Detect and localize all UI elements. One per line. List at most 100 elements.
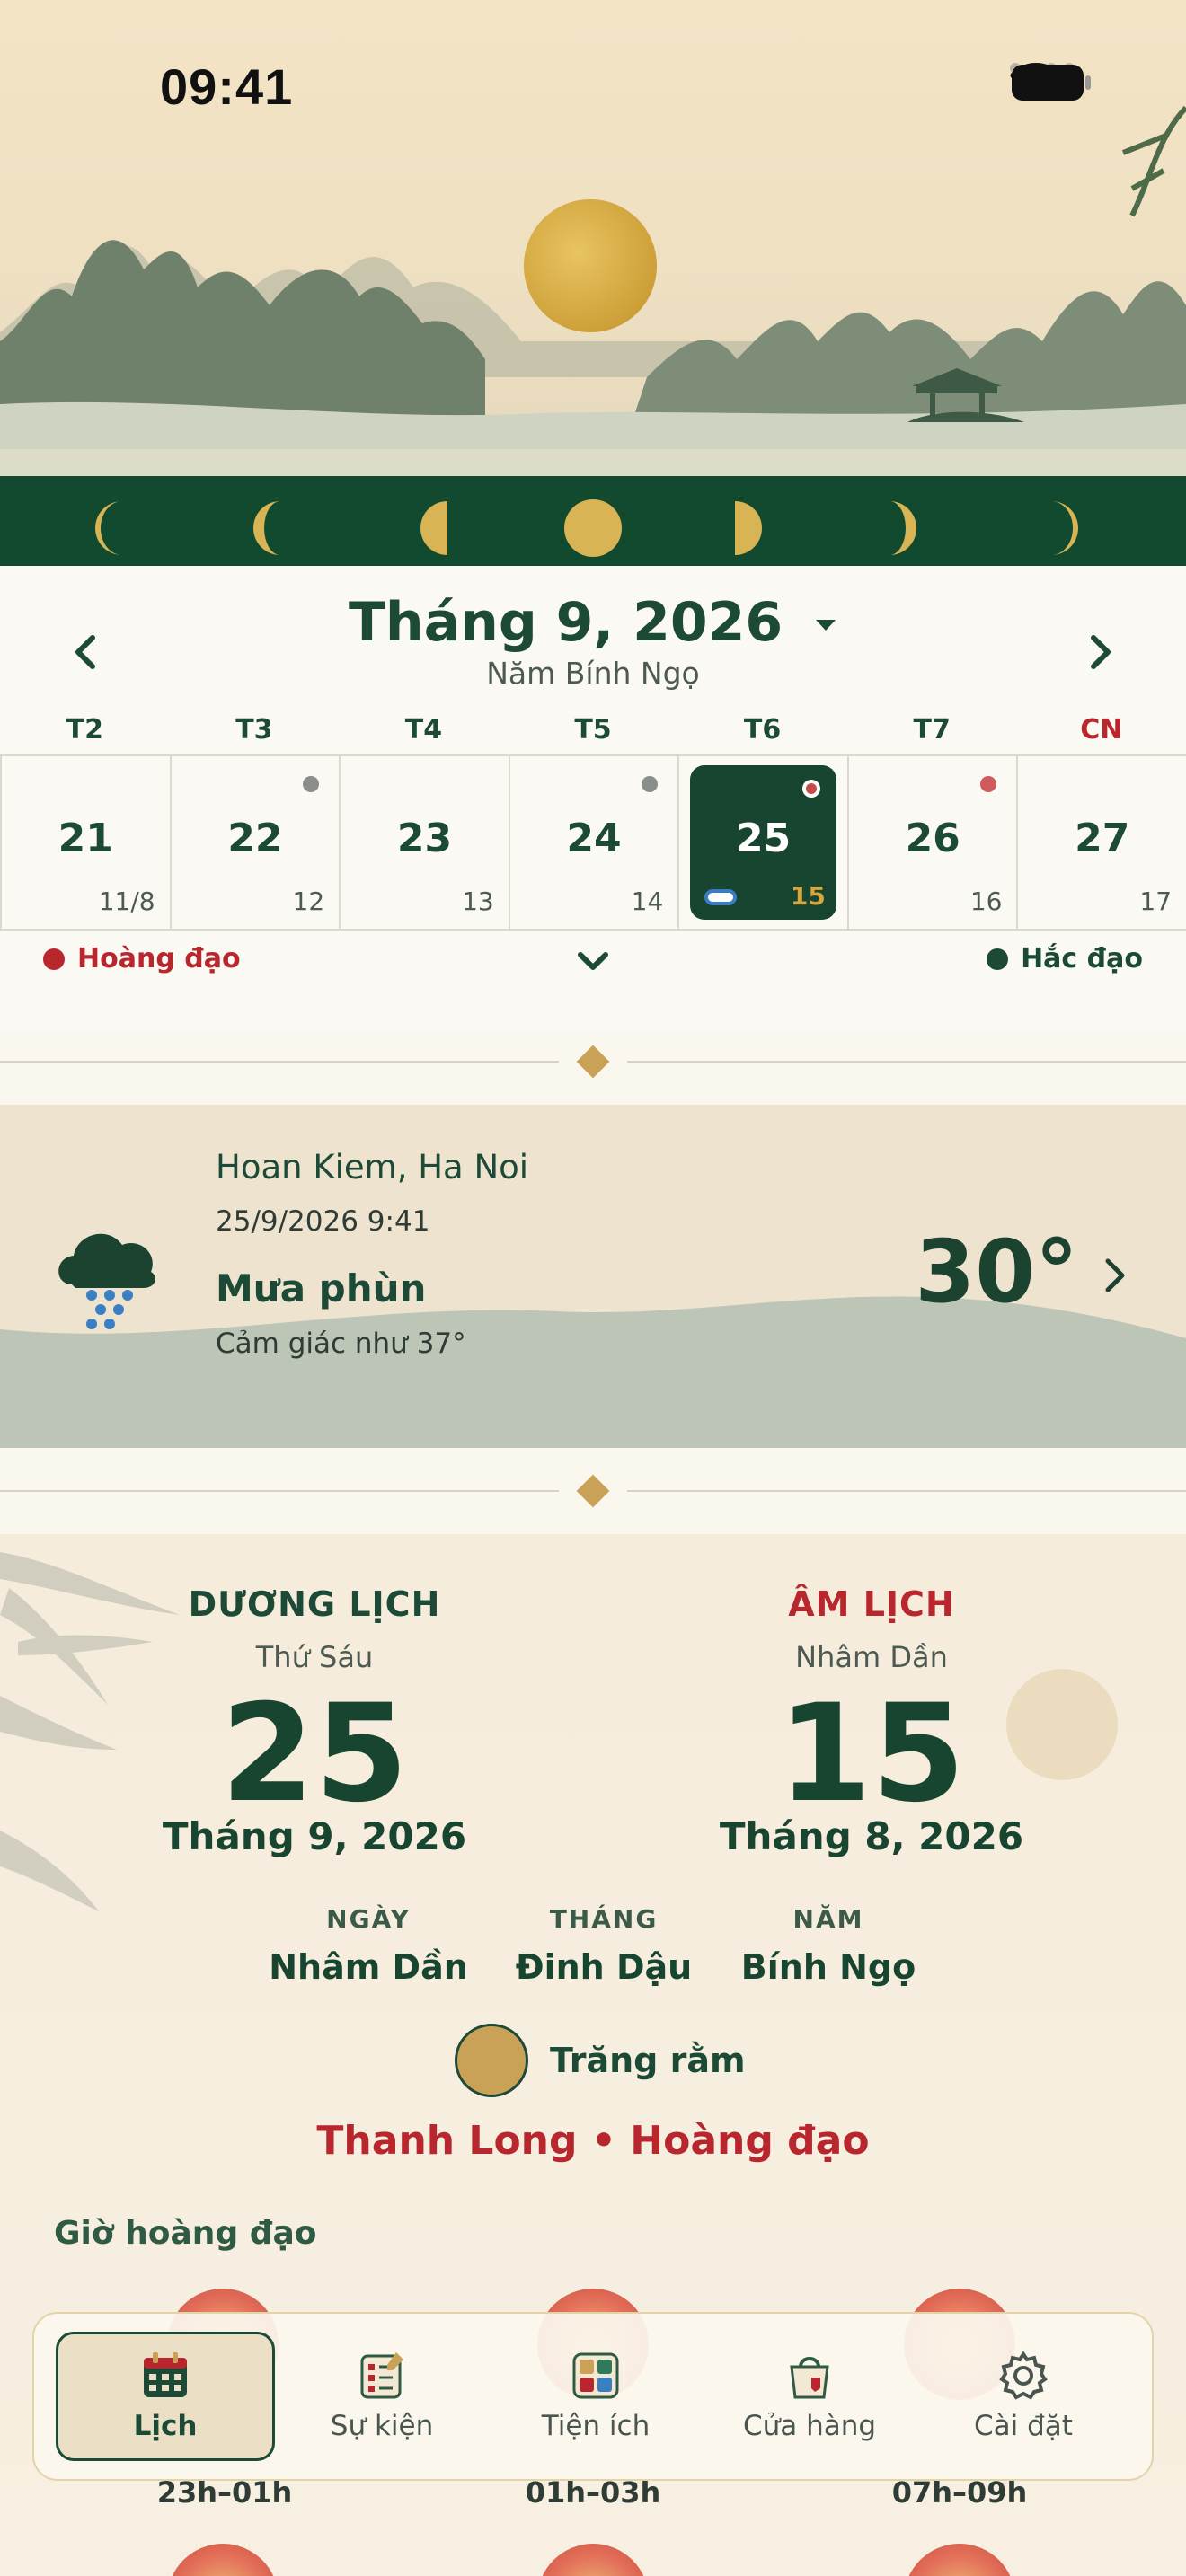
calendar-icon xyxy=(144,2352,187,2397)
month-title: Tháng 9, 2026 xyxy=(349,591,783,654)
shopping-bag-icon xyxy=(790,2357,829,2399)
weekday-label: T3 xyxy=(235,714,273,745)
solar-month-year: Tháng 9, 2026 xyxy=(162,1814,467,1858)
weekday-label: T5 xyxy=(574,714,612,745)
event-dot xyxy=(642,776,659,792)
status-time: 09:41 xyxy=(160,58,294,115)
solar-header: DƯƠNG LỊCH xyxy=(188,1584,441,1624)
chevron-right-icon xyxy=(1105,1258,1125,1292)
day-cell-selected[interactable]: 25 15 xyxy=(679,756,849,929)
legend-good-label: Hoàng đạo xyxy=(77,943,241,975)
lunar-can-chi-day: Nhâm Dần xyxy=(795,1640,948,1674)
weekday-label: T6 xyxy=(743,714,782,745)
month-picker[interactable]: Tháng 9, 2026 xyxy=(0,591,1186,654)
tab-shop[interactable]: Cửa hàng xyxy=(703,2332,916,2461)
day-number: 23 xyxy=(396,816,453,861)
diamond-ornament-icon xyxy=(576,1045,610,1079)
checklist-icon xyxy=(360,2352,403,2399)
tab-calendar[interactable]: Lịch xyxy=(56,2332,275,2461)
day-number: 25 xyxy=(735,816,792,861)
solar-weekday: Thứ Sáu xyxy=(255,1640,374,1674)
weather-datetime: 25/9/2026 9:41 xyxy=(216,1205,430,1238)
lunar-day: 14 xyxy=(631,887,664,916)
weather-temperature: 30° xyxy=(915,1222,1078,1322)
section-divider xyxy=(0,1473,1186,1509)
lunar-day: 13 xyxy=(462,887,494,916)
weather-location: Hoan Kiem, Ha Noi xyxy=(216,1148,529,1187)
good-hours-title: Giờ hoàng đạo xyxy=(54,2215,317,2252)
can-chi-year-value: Bính Ngọ xyxy=(740,1947,916,1987)
diamond-ornament-icon xyxy=(576,1474,610,1508)
zodiac-icon xyxy=(904,2544,1015,2576)
battery-icon xyxy=(1012,65,1091,101)
caret-down-icon xyxy=(816,620,836,631)
weekday-label-sunday: CN xyxy=(1080,714,1123,745)
tab-label: Sự kiện xyxy=(330,2410,434,2442)
lunar-day: 15 xyxy=(790,881,826,911)
moon-phase-row: Trăng rằm xyxy=(455,2024,746,2097)
legend-bad-day: Hắc đạo xyxy=(987,943,1143,975)
day-cell[interactable]: 22 12 xyxy=(172,756,341,929)
day-cell[interactable]: 24 14 xyxy=(510,756,680,929)
day-number: 21 xyxy=(58,816,113,861)
lunar-header: ÂM LỊCH xyxy=(788,1584,955,1624)
event-dot xyxy=(303,776,320,792)
full-moon-icon xyxy=(455,2024,528,2097)
tab-label: Lịch xyxy=(133,2410,198,2442)
day-number: 22 xyxy=(227,816,283,861)
legend-dot-green xyxy=(987,948,1009,970)
lunar-month-year: Tháng 8, 2026 xyxy=(719,1814,1024,1858)
weekday-label: T2 xyxy=(66,714,103,745)
weekday-header: T2 T3 T4 T5 T6 T7 CN xyxy=(0,705,1186,755)
weather-card[interactable]: Hoan Kiem, Ha Noi 25/9/2026 9:41 Mưa phù… xyxy=(0,1105,1186,1448)
bottom-tab-bar: Lịch Sự kiện Tiện ích Cửa hàng Cài đặt xyxy=(32,2312,1154,2481)
lunar-day: 17 xyxy=(1139,887,1173,916)
lunar-day: 16 xyxy=(969,887,1003,916)
next-month-button[interactable] xyxy=(1057,609,1143,695)
expand-calendar-button[interactable] xyxy=(566,934,620,988)
week-calendar: Tháng 9, 2026 Năm Bính Ngọ T2 T3 T4 T5 T… xyxy=(0,566,1186,1033)
lunar-day: 11/8 xyxy=(98,887,155,916)
moon-phase-strip xyxy=(0,476,1186,566)
weather-feels-like: Cảm giác như 37° xyxy=(216,1328,466,1360)
gear-icon xyxy=(999,2351,1048,2400)
drizzle-cloud-icon xyxy=(58,1233,156,1329)
chevron-right-icon xyxy=(1091,635,1111,669)
status-icons xyxy=(1010,63,1091,101)
today-indicator xyxy=(704,889,738,905)
day-cell[interactable]: 26 16 xyxy=(849,756,1019,929)
day-star-label: Thanh Long • Hoàng đạo xyxy=(316,2118,870,2164)
tab-label: Tiện ích xyxy=(541,2410,651,2442)
day-number: 26 xyxy=(905,816,960,861)
weather-detail-button[interactable] xyxy=(1087,1248,1141,1302)
day-cell[interactable]: 27 17 xyxy=(1018,756,1186,929)
lunar-day: 12 xyxy=(292,887,325,916)
legend-good-day: Hoàng đạo xyxy=(43,943,241,975)
weekday-label: T4 xyxy=(404,714,443,745)
weekday-label: T7 xyxy=(913,714,951,745)
week-row: 21 11/8 22 12 23 13 24 14 25 15 26 16 27… xyxy=(0,754,1186,931)
moon-phases-icon xyxy=(95,499,1078,557)
good-day-dot xyxy=(980,776,997,792)
can-chi-year-label: NĂM xyxy=(792,1904,864,1934)
tab-events[interactable]: Sự kiện xyxy=(275,2332,489,2461)
legend-dot-red xyxy=(43,948,65,970)
section-divider xyxy=(0,1044,1186,1080)
good-day-dot xyxy=(801,780,820,798)
hero-landscape: 09:41 xyxy=(0,0,1186,476)
legend-bad-label: Hắc đạo xyxy=(1021,943,1143,975)
moon-phase-label: Trăng rằm xyxy=(550,2041,746,2080)
weather-condition: Mưa phùn xyxy=(216,1266,427,1310)
solar-day: 25 xyxy=(220,1676,409,1832)
lunar-day: 15 xyxy=(777,1676,966,1832)
utilities-grid-icon xyxy=(572,2352,619,2399)
tab-settings[interactable]: Cài đặt xyxy=(916,2332,1130,2461)
tab-label: Cửa hàng xyxy=(742,2410,877,2442)
day-number: 27 xyxy=(1075,816,1130,861)
zodiac-icon xyxy=(167,2544,279,2576)
can-chi-day-value: Nhâm Dần xyxy=(269,1947,468,1987)
day-cell[interactable]: 23 13 xyxy=(341,756,510,929)
tab-utilities[interactable]: Tiện ích xyxy=(489,2332,703,2461)
day-cell[interactable]: 21 11/8 xyxy=(0,756,172,929)
year-label: Năm Bính Ngọ xyxy=(486,656,700,691)
